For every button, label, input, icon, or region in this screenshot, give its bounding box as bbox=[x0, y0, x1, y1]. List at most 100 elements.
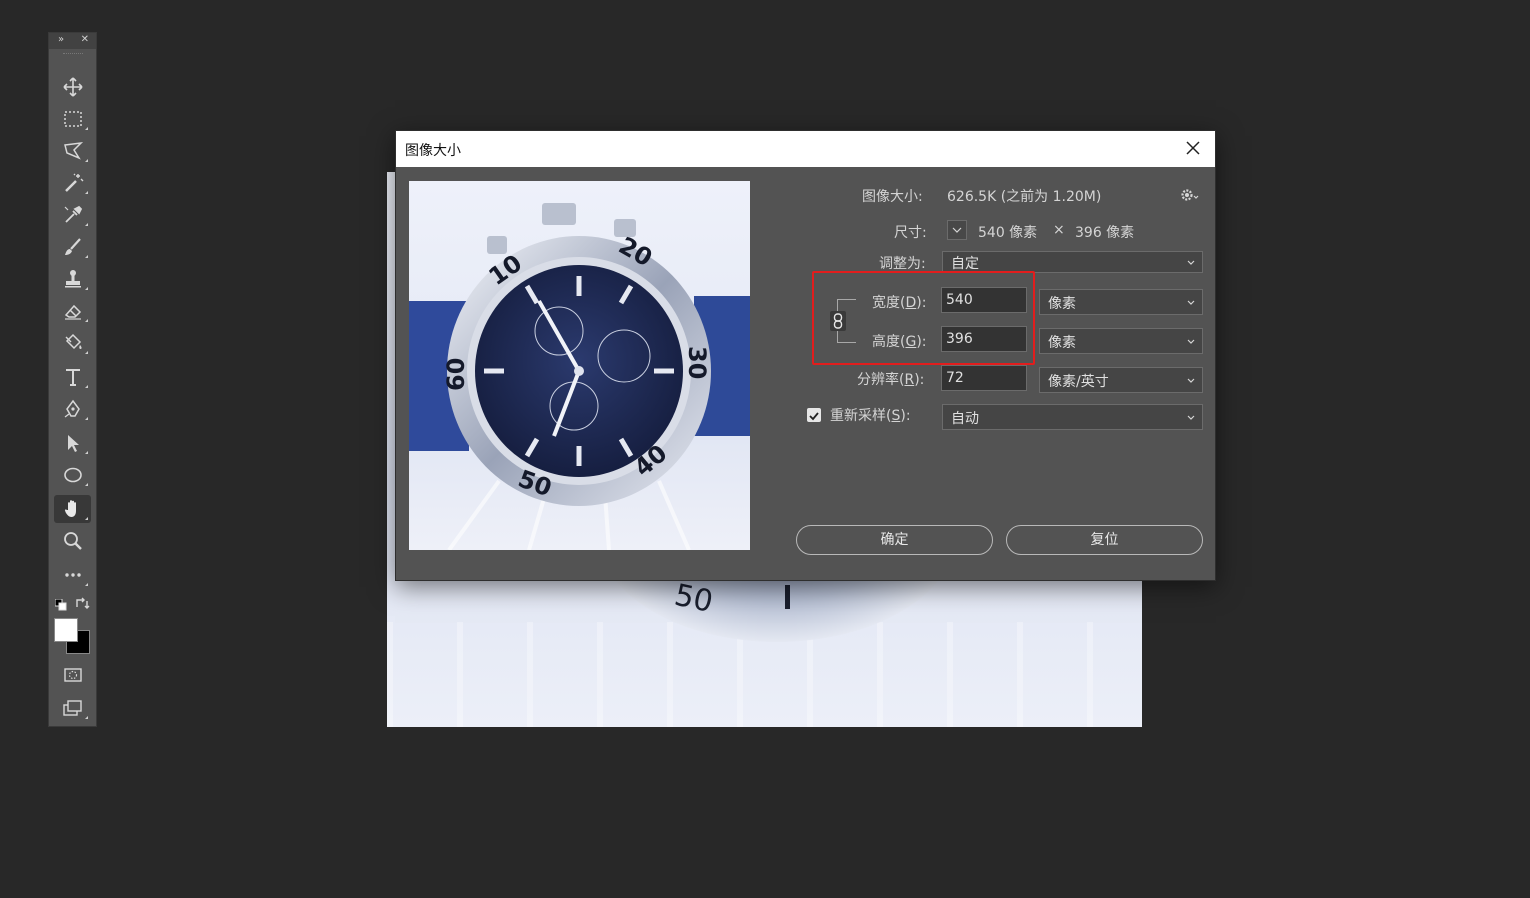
hand-icon bbox=[64, 500, 76, 517]
height-input[interactable] bbox=[941, 326, 1027, 352]
paint-bucket-icon bbox=[65, 333, 82, 350]
move-icon bbox=[62, 77, 83, 97]
quick-mask-button[interactable] bbox=[54, 661, 91, 689]
close-icon[interactable] bbox=[1183, 138, 1203, 158]
height-unit-value: 像素 bbox=[1048, 335, 1076, 351]
dimensions-width: 540 像素 bbox=[978, 225, 1038, 241]
chevron-down-icon bbox=[1187, 415, 1195, 420]
more-tools[interactable] bbox=[54, 561, 91, 589]
hand-tool[interactable] bbox=[54, 495, 91, 523]
close-panel-button[interactable]: ✕ bbox=[81, 34, 89, 45]
eyedropper-tool[interactable] bbox=[54, 201, 91, 229]
height-unit-select[interactable]: 像素 bbox=[1039, 328, 1203, 354]
screen-mode-icon bbox=[62, 700, 82, 716]
eraser-icon bbox=[64, 304, 81, 320]
rect-marquee-icon bbox=[63, 111, 82, 127]
submenu-indicator bbox=[85, 483, 88, 486]
submenu-indicator bbox=[85, 451, 88, 454]
ok-button[interactable]: 确定 bbox=[796, 525, 993, 555]
dimensions-unit-dropdown[interactable] bbox=[947, 220, 967, 240]
link-icon bbox=[833, 313, 843, 329]
lasso-tool[interactable] bbox=[54, 137, 91, 165]
quick-mask-icon bbox=[63, 668, 82, 682]
eyedropper-icon bbox=[64, 205, 82, 223]
screen-mode-button[interactable] bbox=[54, 694, 91, 722]
submenu-indicator bbox=[85, 716, 88, 719]
svg-text:30: 30 bbox=[683, 346, 711, 379]
dialog-titlebar[interactable]: 图像大小 bbox=[396, 131, 1215, 167]
brush-tool[interactable] bbox=[54, 233, 91, 261]
stamp-icon bbox=[64, 270, 81, 288]
arrow-icon bbox=[67, 435, 79, 452]
eraser-tool[interactable] bbox=[54, 297, 91, 325]
reset-button[interactable]: 复位 bbox=[1006, 525, 1203, 555]
pen-tool[interactable] bbox=[54, 395, 91, 423]
brush-icon bbox=[64, 238, 81, 255]
image-size-value: 626.5K (之前为 1.20M) bbox=[947, 189, 1102, 205]
submenu-indicator bbox=[85, 127, 88, 130]
fit-to-label: 调整为: bbox=[879, 256, 926, 272]
submenu-indicator bbox=[85, 255, 88, 258]
magic-wand-icon bbox=[64, 173, 83, 192]
paint-bucket-tool[interactable] bbox=[54, 329, 91, 357]
dimensions-height: 396 像素 bbox=[1075, 225, 1135, 241]
svg-text:60: 60 bbox=[442, 358, 470, 391]
resample-method-value: 自动 bbox=[951, 411, 979, 427]
zoom-tool[interactable] bbox=[54, 527, 91, 555]
chevron-down-icon bbox=[952, 227, 962, 233]
submenu-indicator bbox=[85, 517, 88, 520]
checkmark-icon bbox=[809, 412, 819, 421]
swap-colors-icon[interactable] bbox=[74, 596, 90, 612]
dialog-title: 图像大小 bbox=[405, 143, 461, 159]
tools-panel: » ✕ bbox=[48, 32, 97, 727]
svg-text:50: 50 bbox=[671, 578, 716, 620]
chevron-down-icon bbox=[1187, 260, 1195, 265]
height-label: 高度(G): bbox=[872, 334, 927, 350]
resolution-unit-select[interactable]: 像素/英寸 bbox=[1039, 367, 1203, 393]
panel-grip[interactable] bbox=[63, 53, 83, 57]
image-size-dialog: 图像大小 20 10 30 60 40 50 图像大小: 626.5K (之前为… bbox=[395, 130, 1216, 581]
submenu-indicator bbox=[85, 417, 88, 420]
constrain-proportions-button[interactable] bbox=[830, 311, 846, 331]
submenu-indicator bbox=[85, 223, 88, 226]
submenu-indicator bbox=[85, 385, 88, 388]
path-select-tool[interactable] bbox=[54, 429, 91, 457]
width-unit-value: 像素 bbox=[1048, 296, 1076, 312]
zoom-icon bbox=[63, 532, 82, 550]
submenu-indicator bbox=[85, 287, 88, 290]
dimensions-times: × bbox=[1053, 222, 1065, 238]
collapse-panel-button[interactable]: » bbox=[58, 34, 64, 45]
submenu-indicator bbox=[85, 319, 88, 322]
width-input[interactable] bbox=[941, 287, 1027, 313]
chevron-down-icon bbox=[1187, 339, 1195, 344]
marquee-tool[interactable] bbox=[54, 105, 91, 133]
resample-label: 重新采样(S): bbox=[830, 408, 911, 424]
resample-checkbox[interactable] bbox=[807, 408, 821, 422]
image-size-label: 图像大小: bbox=[862, 189, 923, 205]
fit-to-select[interactable]: 自定 bbox=[942, 251, 1203, 273]
submenu-indicator bbox=[85, 583, 88, 586]
move-tool[interactable] bbox=[54, 73, 91, 101]
resolution-unit-value: 像素/英寸 bbox=[1048, 374, 1109, 390]
image-preview[interactable]: 20 10 30 60 40 50 bbox=[409, 181, 750, 550]
resolution-label: 分辨率(R): bbox=[857, 372, 925, 388]
ellipse-icon bbox=[63, 467, 82, 483]
width-label: 宽度(D): bbox=[872, 295, 927, 311]
polygon-lasso-icon bbox=[63, 141, 83, 160]
submenu-indicator bbox=[85, 351, 88, 354]
type-icon bbox=[65, 369, 80, 386]
width-unit-select[interactable]: 像素 bbox=[1039, 289, 1203, 315]
chevron-down-icon bbox=[1187, 378, 1195, 383]
default-colors-icon[interactable] bbox=[55, 599, 67, 611]
resolution-input[interactable] bbox=[941, 365, 1027, 391]
foreground-color-swatch[interactable] bbox=[54, 618, 78, 642]
stamp-tool[interactable] bbox=[54, 265, 91, 293]
submenu-indicator bbox=[85, 191, 88, 194]
gear-icon[interactable] bbox=[1179, 187, 1199, 203]
chevron-down-icon bbox=[1187, 300, 1195, 305]
magic-wand-tool[interactable] bbox=[54, 169, 91, 197]
type-tool[interactable] bbox=[54, 363, 91, 391]
resample-method-select[interactable]: 自动 bbox=[942, 404, 1203, 430]
ellipse-tool[interactable] bbox=[54, 461, 91, 489]
ellipsis-icon bbox=[64, 573, 81, 577]
